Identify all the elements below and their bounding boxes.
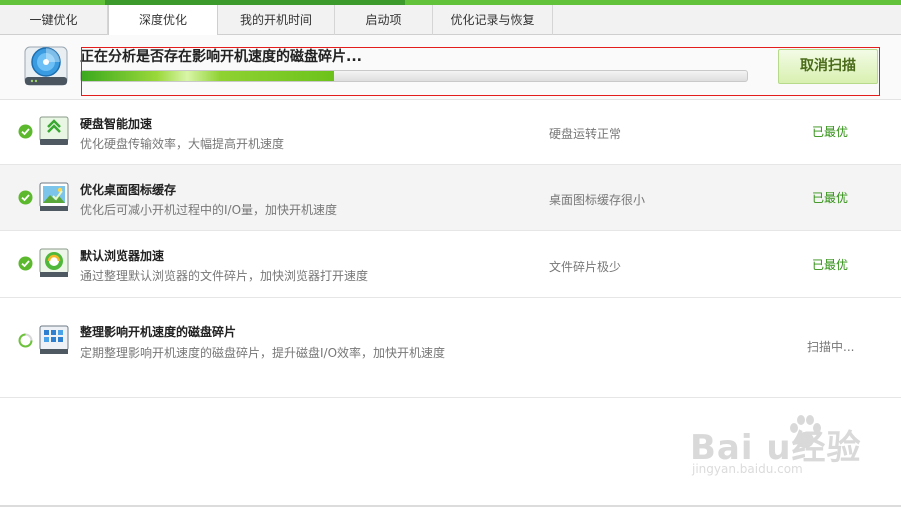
tab-deep-optimize[interactable]: 深度优化 xyxy=(108,5,218,36)
baidu-paw-icon xyxy=(788,410,822,458)
defrag-grid-icon xyxy=(39,325,69,355)
scan-status-title: 正在分析是否存在影响开机速度的磁盘碎片... xyxy=(80,49,362,65)
list-item: 默认浏览器加速 通过整理默认浏览器的文件碎片，加快浏览器打开速度 文件碎片极少 … xyxy=(0,231,901,298)
scan-progress-fill xyxy=(81,71,335,81)
tab-startup-items[interactable]: 启动项 xyxy=(335,5,433,35)
browser-icon xyxy=(39,248,69,278)
loading-spinner-icon xyxy=(18,333,33,348)
tab-bar: 一键优化 深度优化 我的开机时间 启动项 优化记录与恢复 xyxy=(0,5,901,36)
item-result: 已最优 xyxy=(812,258,849,272)
list-item: 整理影响开机速度的磁盘碎片 定期整理影响开机速度的磁盘碎片，提升磁盘I/O效率，… xyxy=(0,298,901,398)
item-description: 定期整理影响开机速度的磁盘碎片，提升磁盘I/O效率，加快开机速度 xyxy=(80,346,446,360)
check-circle-icon xyxy=(18,190,33,205)
item-result: 已最优 xyxy=(812,125,849,139)
cancel-scan-button[interactable]: 取消扫描 xyxy=(778,49,878,84)
scan-panel: 正在分析是否存在影响开机速度的磁盘碎片... 取消扫描 xyxy=(0,35,901,100)
item-title: 整理影响开机速度的磁盘碎片 xyxy=(80,325,237,339)
item-state: 桌面图标缓存很小 xyxy=(549,193,646,207)
item-title: 硬盘智能加速 xyxy=(80,117,153,131)
item-state: 文件碎片极少 xyxy=(549,260,622,274)
tab-boot-time[interactable]: 我的开机时间 xyxy=(218,5,335,35)
item-description: 通过整理默认浏览器的文件碎片，加快浏览器打开速度 xyxy=(80,269,369,283)
item-result: 扫描中... xyxy=(807,340,855,354)
desktop-picture-icon xyxy=(39,182,69,212)
item-result: 已最优 xyxy=(812,191,849,205)
item-title: 优化桌面图标缓存 xyxy=(80,183,177,197)
list-item: 优化桌面图标缓存 优化后可减小开机过程中的I/O量，加快开机速度 桌面图标缓存很… xyxy=(0,165,901,231)
baidu-jingyan-watermark: Bai u经验 jingyan.baidu.com xyxy=(690,400,861,480)
item-title: 默认浏览器加速 xyxy=(80,249,165,263)
watermark-url: jingyan.baidu.com xyxy=(692,462,803,476)
disk-accelerate-icon xyxy=(39,116,69,146)
tab-optimize-history[interactable]: 优化记录与恢复 xyxy=(433,5,553,35)
tab-one-click-optimize[interactable]: 一键优化 xyxy=(0,5,108,35)
check-circle-icon xyxy=(18,124,33,139)
list-item: 硬盘智能加速 优化硬盘传输效率，大幅提高开机速度 硬盘运转正常 已最优 xyxy=(0,100,901,165)
scan-progress-bar xyxy=(80,70,748,82)
item-state: 硬盘运转正常 xyxy=(549,127,622,141)
item-description: 优化硬盘传输效率，大幅提高开机速度 xyxy=(80,137,285,151)
check-circle-icon xyxy=(18,256,33,271)
disk-scan-icon xyxy=(23,43,69,89)
item-description: 优化后可减小开机过程中的I/O量，加快开机速度 xyxy=(80,203,338,217)
